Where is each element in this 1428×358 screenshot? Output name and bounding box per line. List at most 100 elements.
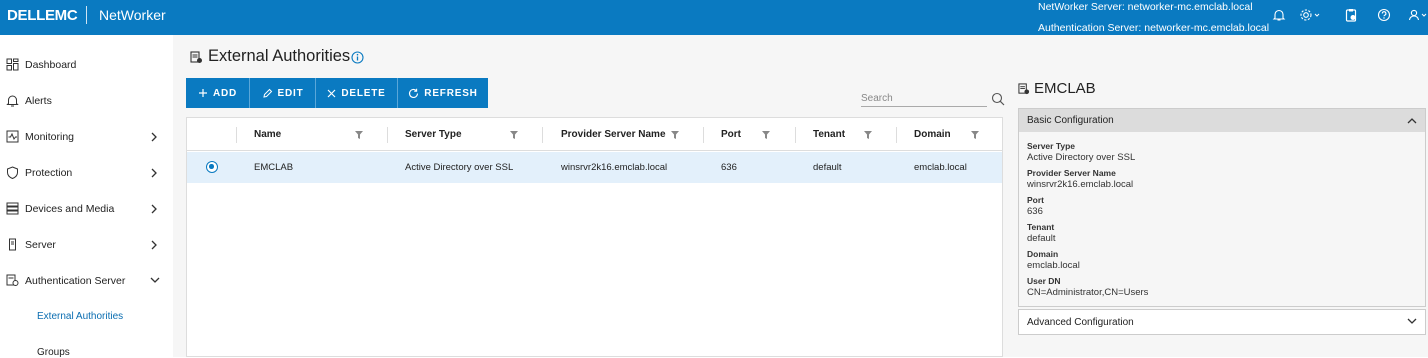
column-separator	[542, 127, 543, 143]
detail-title: EMCLAB	[1034, 80, 1096, 97]
column-header-tenant[interactable]: Tenant	[813, 118, 845, 151]
product-name: NetWorker	[99, 7, 166, 23]
column-header-server-type[interactable]: Server Type	[405, 118, 462, 151]
field-value-domain: emclab.local	[1027, 260, 1080, 271]
filter-icon[interactable]	[762, 118, 770, 151]
top-bar: DELLEMC NetWorker NetWorker Server: netw…	[0, 0, 1428, 35]
top-icons	[1272, 8, 1428, 22]
server-info: NetWorker Server: networker-mc.emclab.lo…	[1038, 0, 1269, 39]
sidebar-item-label: Monitoring	[25, 131, 75, 143]
page-title: External Authorities	[208, 47, 351, 65]
search-box	[861, 90, 1006, 108]
edit-button[interactable]: EDIT	[250, 78, 316, 108]
cell-port: 636	[721, 162, 737, 173]
column-header-provider-server-name[interactable]: Provider Server Name	[561, 118, 666, 151]
main-content: External Authorities ADD EDIT DELETE REF…	[173, 35, 1428, 357]
auth-server-icon	[6, 274, 19, 287]
sidebar-item-label: Protection	[25, 167, 73, 179]
gear-icon[interactable]	[1299, 8, 1321, 22]
plus-icon	[198, 88, 208, 98]
table-row[interactable]: EMCLAB Active Directory over SSL winsrvr…	[187, 152, 1002, 183]
sidebar-item-label: Authentication Server	[25, 275, 126, 287]
close-icon	[327, 89, 336, 98]
basic-configuration-header[interactable]: Basic Configuration	[1019, 109, 1425, 132]
cell-domain: emclab.local	[914, 162, 967, 173]
sidebar-item-protection[interactable]: Protection	[0, 155, 173, 191]
sidebar-item-monitoring[interactable]: Monitoring	[0, 119, 173, 155]
page-title-icon	[190, 51, 203, 64]
column-separator	[387, 127, 388, 143]
column-separator	[236, 127, 237, 143]
sidebar-item-authentication-server[interactable]: Authentication Server	[0, 263, 173, 299]
column-separator	[896, 127, 897, 143]
column-header-port[interactable]: Port	[721, 118, 741, 151]
chevron-down-icon[interactable]	[1407, 318, 1417, 325]
sidebar-subitem-groups[interactable]: Groups	[37, 347, 70, 358]
table-header: Name Server Type Provider Server Name Po…	[187, 118, 1002, 151]
help-icon[interactable]	[1377, 8, 1391, 22]
sidebar-subitem-external-authorities[interactable]: External Authorities	[37, 311, 123, 322]
column-header-domain[interactable]: Domain	[914, 118, 951, 151]
detail-title-icon	[1018, 83, 1030, 95]
filter-icon[interactable]	[671, 118, 679, 151]
sidebar-item-dashboard[interactable]: Dashboard	[0, 47, 173, 83]
sidebar-item-label: Devices and Media	[25, 203, 115, 215]
brand-logo: DELLEMC	[7, 7, 78, 24]
filter-icon[interactable]	[510, 118, 518, 151]
column-header-name[interactable]: Name	[254, 118, 281, 151]
chevron-right-icon	[150, 240, 158, 250]
sidebar-item-label: Dashboard	[25, 59, 77, 71]
field-value-user-dn: CN=Administrator,CN=Users	[1027, 287, 1149, 298]
monitor-icon	[6, 130, 19, 143]
shield-icon	[6, 166, 19, 179]
column-header-label: Port	[721, 129, 741, 140]
column-header-label: Server Type	[405, 129, 462, 140]
cell-name: EMCLAB	[254, 162, 294, 173]
column-header-label: Name	[254, 129, 282, 140]
storage-icon	[6, 202, 19, 215]
field-value-provider-server-name: winsrvr2k16.emclab.local	[1027, 179, 1134, 190]
search-input[interactable]	[861, 90, 987, 107]
sidebar: Dashboard Alerts Monitoring Protection D…	[0, 35, 173, 358]
field-label-domain: Domain	[1027, 249, 1059, 259]
field-label-port: Port	[1027, 195, 1044, 205]
advanced-configuration-label: Advanced Configuration	[1027, 316, 1134, 328]
add-button[interactable]: ADD	[186, 78, 250, 108]
add-button-label: ADD	[212, 87, 238, 99]
row-radio-button[interactable]	[206, 161, 218, 173]
user-icon[interactable]	[1408, 8, 1428, 22]
sidebar-item-label: Server	[25, 239, 56, 251]
chevron-down-icon	[150, 276, 160, 284]
refresh-button-label: REFRESH	[424, 87, 478, 99]
sidebar-item-server[interactable]: Server	[0, 227, 173, 263]
authorities-table: Name Server Type Provider Server Name Po…	[186, 117, 1003, 357]
info-icon[interactable]	[351, 51, 364, 64]
bell-icon[interactable]	[1272, 8, 1286, 22]
detail-panel: EMCLAB Basic Configuration Server Type A…	[1018, 75, 1428, 357]
refresh-button[interactable]: REFRESH	[398, 78, 488, 108]
search-icon[interactable]	[991, 92, 1005, 106]
cell-provider-server-name: winsrvr2k16.emclab.local	[561, 162, 668, 173]
chevron-up-icon[interactable]	[1407, 117, 1417, 124]
delete-button[interactable]: DELETE	[316, 78, 398, 108]
chevron-right-icon	[150, 132, 158, 142]
advanced-configuration-section[interactable]: Advanced Configuration	[1018, 309, 1426, 335]
edit-button-label: EDIT	[277, 87, 304, 99]
filter-icon[interactable]	[971, 118, 979, 151]
sidebar-item-alerts[interactable]: Alerts	[0, 83, 173, 119]
refresh-icon	[408, 88, 419, 99]
column-separator	[795, 127, 796, 143]
pencil-icon	[262, 88, 273, 99]
delete-button-label: DELETE	[341, 87, 386, 99]
brand-divider	[86, 6, 87, 24]
column-header-label: Domain	[914, 129, 951, 140]
filter-icon[interactable]	[355, 118, 363, 151]
networker-server-text: NetWorker Server: networker-mc.emclab.lo…	[1038, 1, 1253, 13]
filter-icon[interactable]	[864, 118, 872, 151]
sidebar-item-devices-and-media[interactable]: Devices and Media	[0, 191, 173, 227]
field-label-server-type: Server Type	[1027, 141, 1076, 151]
field-label-user-dn: User DN	[1027, 276, 1061, 286]
clipboard-icon[interactable]	[1344, 8, 1358, 22]
bell-icon	[6, 94, 19, 107]
chevron-right-icon	[150, 168, 158, 178]
